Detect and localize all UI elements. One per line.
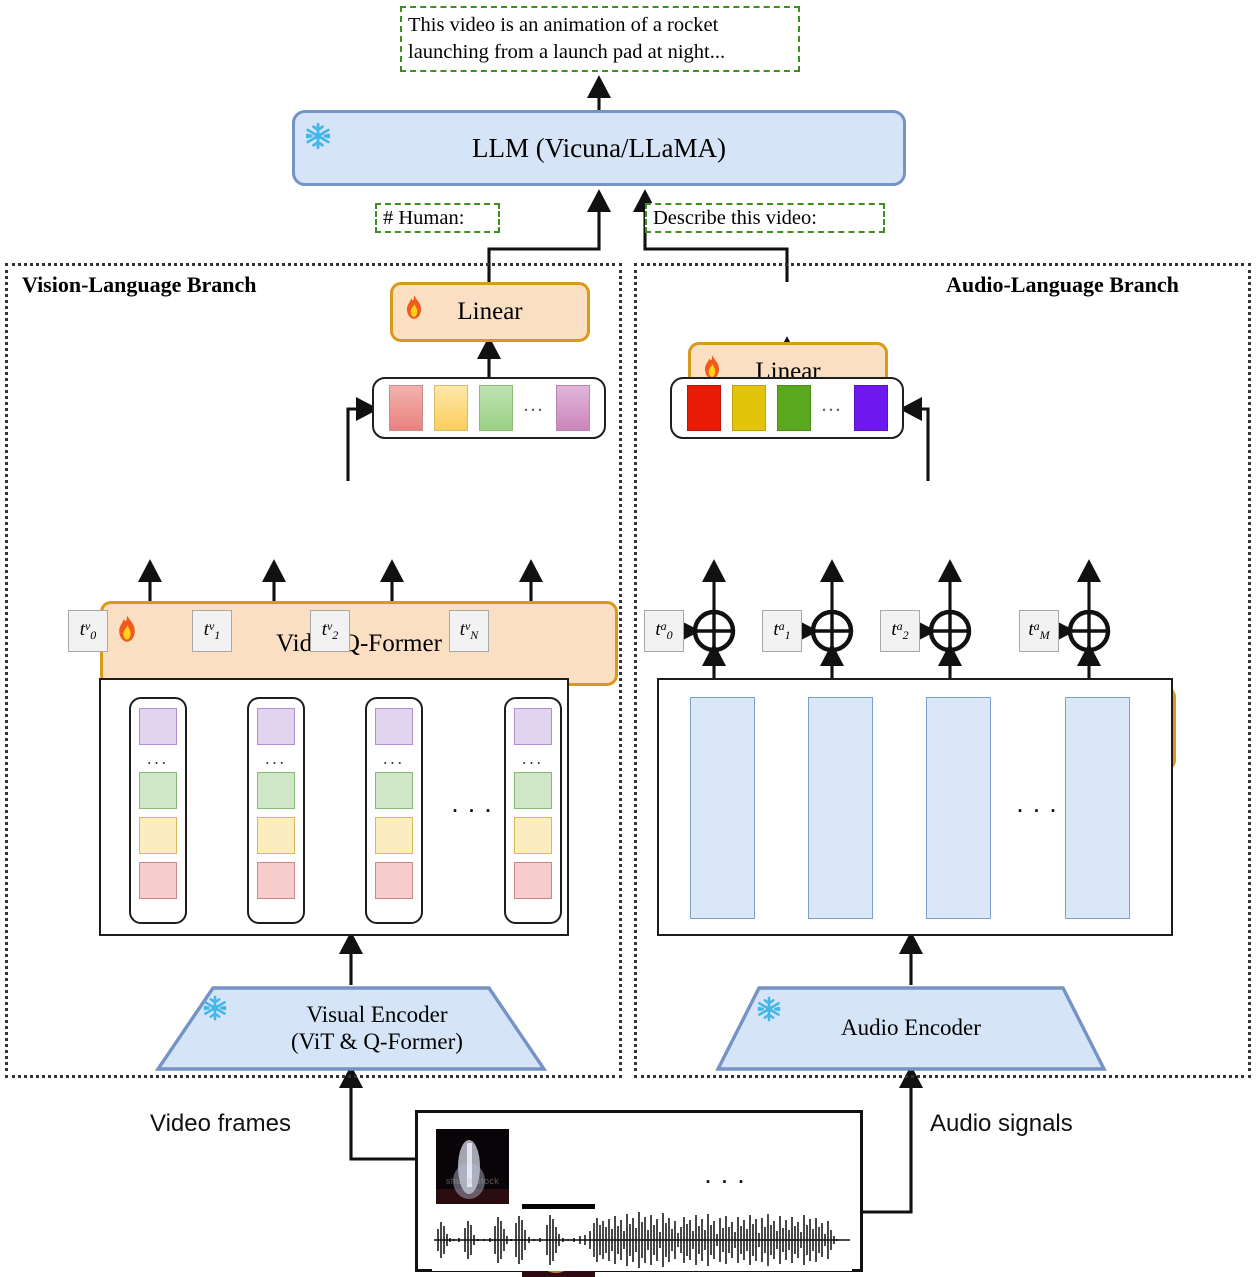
audio-signals-label: Audio signals bbox=[930, 1110, 1073, 1137]
audio-feature-bar bbox=[808, 697, 873, 919]
video-feature-panel: ... ... ... ... ... bbox=[99, 678, 569, 936]
prompt-human-text: # Human: bbox=[383, 206, 465, 229]
fire-icon bbox=[406, 295, 422, 319]
feature-token bbox=[514, 862, 552, 899]
video-frame-features: ... bbox=[365, 697, 423, 924]
video-qformer-label: Video Q-Former bbox=[276, 629, 442, 657]
vision-linear-block[interactable]: Linear bbox=[390, 282, 590, 342]
prompt-instruction-box: Describe this video: bbox=[645, 203, 885, 233]
feature-ellipsis: ... bbox=[265, 749, 287, 768]
audio-query-token bbox=[731, 385, 766, 431]
audio-feature-bar bbox=[926, 697, 991, 919]
snowflake-icon bbox=[305, 122, 331, 150]
llm-label: LLM (Vicuna/LLaMA) bbox=[471, 132, 727, 163]
audio-query-token bbox=[776, 385, 811, 431]
diagram-canvas: This video is an animation of a rocket l… bbox=[0, 0, 1256, 1277]
audio-encoder-block[interactable]: Audio Encoder bbox=[715, 985, 1107, 1072]
video-query-token bbox=[388, 385, 423, 431]
feature-token bbox=[514, 708, 552, 745]
video-frames-label: Video frames bbox=[150, 1110, 291, 1137]
feature-token bbox=[257, 708, 295, 745]
audio-query-token bbox=[686, 385, 721, 431]
audio-query-ellipsis: ... bbox=[821, 394, 843, 416]
output-caption-box: This video is an animation of a rocket l… bbox=[400, 6, 800, 72]
input-media-panel: shutterstock shutterstock shut bbox=[415, 1110, 863, 1277]
audio-position-token-1: ta1 bbox=[762, 610, 802, 652]
audio-query-tokens: ... bbox=[670, 377, 904, 439]
video-position-token-2: tv2 bbox=[310, 610, 350, 652]
feature-token bbox=[139, 862, 177, 899]
video-position-token-n: tvN bbox=[449, 610, 489, 652]
llm-block[interactable]: LLM (Vicuna/LLaMA) bbox=[292, 110, 906, 186]
video-query-ellipsis: ... bbox=[523, 394, 545, 416]
feature-token bbox=[375, 708, 413, 745]
audio-feature-bar bbox=[690, 697, 755, 919]
audio-feature-bar bbox=[1065, 697, 1130, 919]
video-query-token bbox=[478, 385, 513, 431]
feature-token bbox=[375, 817, 413, 854]
feature-token bbox=[375, 772, 413, 809]
prompt-instruction-text: Describe this video: bbox=[653, 206, 817, 229]
feature-token bbox=[257, 772, 295, 809]
audio-branch-title: Audio-Language Branch bbox=[946, 272, 1179, 297]
feature-token bbox=[257, 817, 295, 854]
feature-token bbox=[257, 862, 295, 899]
audio-position-token-m: taM bbox=[1019, 610, 1059, 652]
audio-position-token-2: ta2 bbox=[880, 610, 920, 652]
video-query-token bbox=[555, 385, 590, 431]
frame-watermark: shutterstock bbox=[445, 1176, 500, 1186]
frames-ellipsis: ... bbox=[704, 1159, 754, 1189]
feature-ellipsis: ... bbox=[147, 749, 169, 768]
audio-waveform bbox=[432, 1209, 852, 1271]
video-position-token-1: tv1 bbox=[192, 610, 232, 652]
audio-query-token bbox=[853, 385, 888, 431]
visual-encoder-block[interactable]: Visual Encoder (ViT & Q-Former) bbox=[154, 985, 548, 1072]
video-frame-thumbnail: shutterstock bbox=[436, 1129, 509, 1204]
prompt-human-box: # Human: bbox=[375, 203, 500, 233]
audio-feature-panel: ... bbox=[657, 678, 1173, 936]
video-qformer-block[interactable]: Video Q-Former bbox=[100, 601, 618, 686]
video-query-tokens: ... bbox=[372, 377, 606, 439]
feature-token bbox=[139, 708, 177, 745]
feature-token bbox=[375, 862, 413, 899]
fire-icon bbox=[119, 615, 135, 642]
vision-linear-label: Linear bbox=[457, 298, 523, 325]
feature-ellipsis: ... bbox=[383, 749, 405, 768]
output-caption-text: This video is an animation of a rocket l… bbox=[408, 14, 726, 63]
vision-branch-title: Vision-Language Branch bbox=[22, 272, 257, 297]
feature-token bbox=[139, 817, 177, 854]
video-frame-features: ... bbox=[247, 697, 305, 924]
snowflake-icon bbox=[203, 995, 227, 1021]
audio-position-token-0: ta0 bbox=[644, 610, 684, 652]
feature-token bbox=[139, 772, 177, 809]
video-frame-features: ... bbox=[504, 697, 562, 924]
feature-token bbox=[514, 772, 552, 809]
snowflake-icon bbox=[757, 996, 781, 1022]
video-query-token bbox=[433, 385, 468, 431]
feature-token bbox=[514, 817, 552, 854]
video-frame-features: ... bbox=[129, 697, 187, 924]
video-position-token-0: tv0 bbox=[68, 610, 108, 652]
feature-ellipsis: ... bbox=[522, 749, 544, 768]
